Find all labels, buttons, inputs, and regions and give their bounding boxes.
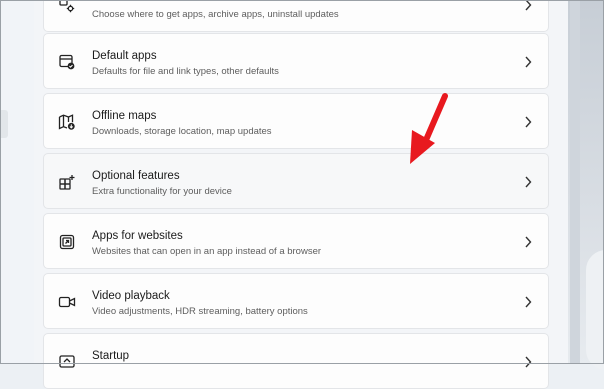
card-description: Downloads, storage location, map updates [92, 126, 272, 137]
settings-card-apps-for-websites[interactable]: Apps for websites Websites that can open… [43, 213, 549, 269]
settings-card-optional-features[interactable]: Optional features Extra functionality fo… [43, 153, 549, 209]
settings-card-video-playback[interactable]: Video playback Video adjustments, HDR st… [43, 273, 549, 329]
card-description: Video adjustments, HDR streaming, batter… [92, 306, 308, 317]
card-title: Offline maps [92, 110, 157, 122]
chevron-right-icon [524, 0, 532, 11]
chevron-right-icon [524, 296, 532, 308]
left-navigation-pane [0, 0, 34, 364]
chevron-right-icon [524, 176, 532, 188]
chevron-right-icon [524, 236, 532, 248]
chevron-right-icon [524, 56, 532, 68]
optional-features-icon [58, 173, 76, 191]
card-title: Apps for websites [92, 230, 183, 242]
video-playback-icon [58, 293, 76, 311]
card-title: Default apps [92, 50, 157, 62]
nav-selection-indicator [0, 110, 8, 138]
card-description: Extra functionality for your device [92, 186, 232, 197]
card-title: Optional features [92, 170, 180, 182]
apps-settings-icon [58, 0, 76, 14]
chevron-right-icon [524, 356, 532, 368]
card-description: Choose where to get apps, archive apps, … [92, 9, 339, 20]
chevron-right-icon [524, 116, 532, 128]
card-title: Video playback [92, 290, 170, 302]
card-description: Websites that can open in an app instead… [92, 246, 322, 257]
settings-card-default-apps[interactable]: Default apps Defaults for file and link … [43, 33, 549, 89]
card-description: Defaults for file and link types, other … [92, 66, 279, 77]
offline-maps-icon [58, 113, 76, 131]
red-annotation-arrow [410, 93, 448, 164]
settings-card-startup[interactable]: Startup [43, 333, 549, 389]
settings-card-offline-maps[interactable]: Offline maps Downloads, storage location… [43, 93, 549, 149]
background-window-shape [586, 250, 604, 370]
apps-for-websites-icon [58, 233, 76, 251]
startup-icon [58, 353, 76, 371]
card-title: Startup [92, 350, 130, 362]
default-apps-icon [58, 53, 76, 71]
scrollbar-track[interactable] [570, 0, 580, 364]
settings-card-advanced-app-settings[interactable]: Choose where to get apps, archive apps, … [43, 0, 549, 32]
